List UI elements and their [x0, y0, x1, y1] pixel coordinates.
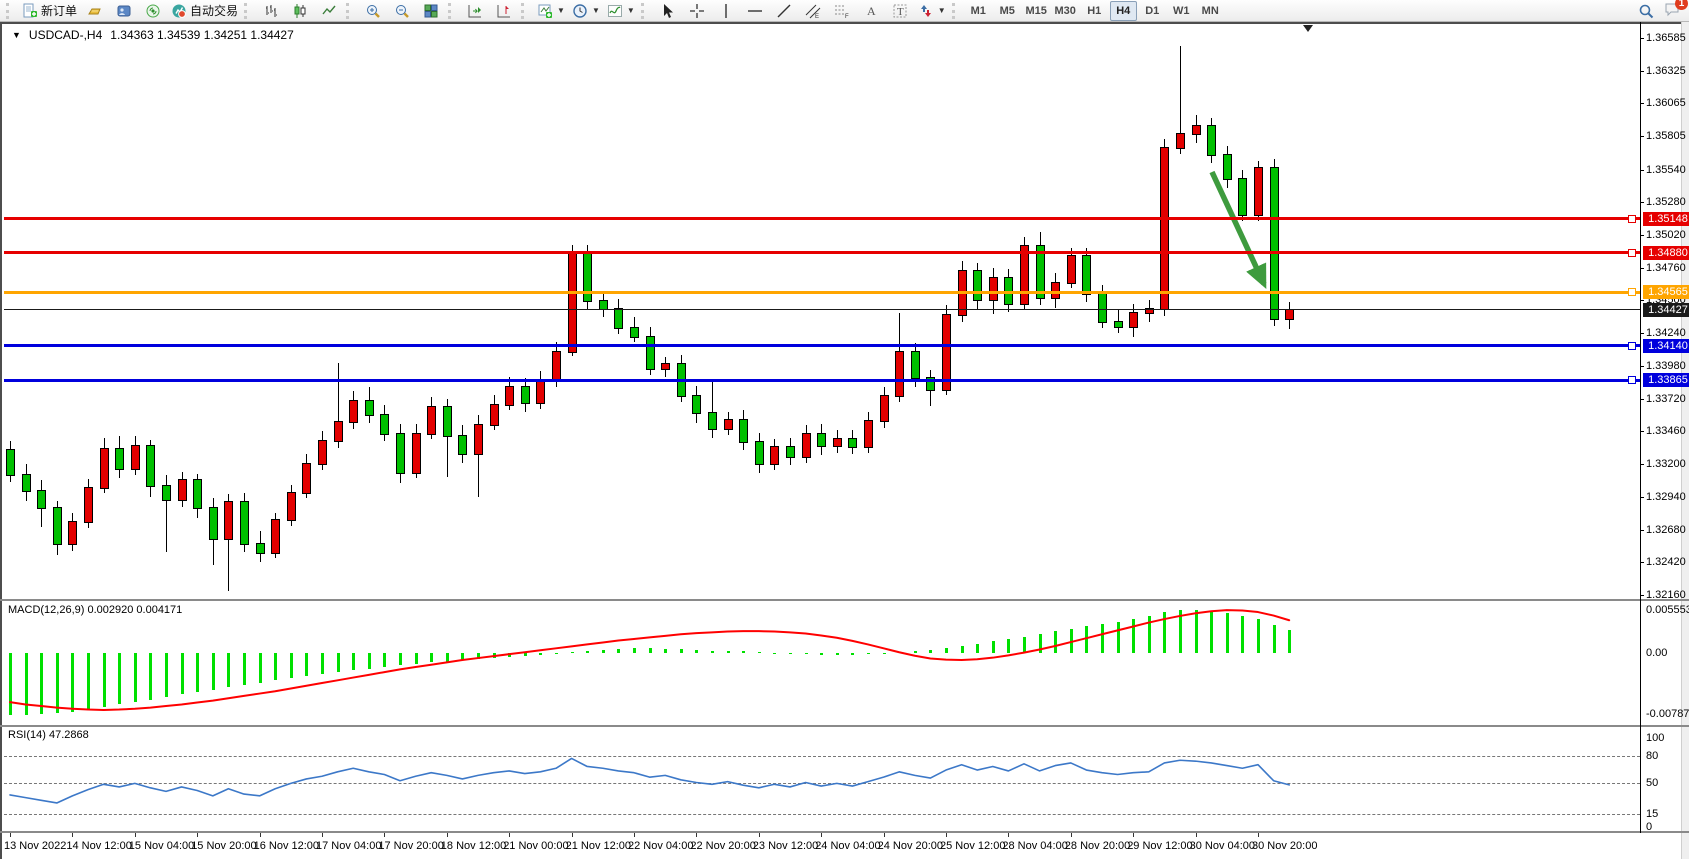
zoom-out-icon	[394, 3, 410, 19]
autotrade-label: 自动交易	[190, 2, 238, 19]
chevron-down-icon: ▼	[627, 6, 635, 15]
main-toolbar: 新订单 自动	[0, 0, 1689, 22]
toolbar-grip	[952, 3, 960, 19]
indicators-button[interactable]: ▼	[604, 0, 638, 22]
toolbar-grip	[346, 3, 354, 19]
signal-icon	[145, 3, 161, 19]
timeframe-h1[interactable]: H1	[1081, 1, 1108, 21]
tile-windows-button[interactable]	[417, 0, 445, 22]
gold-button[interactable]	[81, 0, 109, 22]
autotrade-icon	[171, 3, 187, 19]
window-edge	[1681, 22, 1689, 859]
notifications-button[interactable]: 1	[1664, 1, 1681, 22]
indicators-icon	[607, 3, 623, 19]
timeframe-d1[interactable]: D1	[1139, 1, 1166, 21]
timeframe-toolbar: M1M5M15M30H1H4D1W1MN	[965, 1, 1224, 21]
signals-button[interactable]	[139, 0, 167, 22]
clock-icon	[572, 3, 588, 19]
timeframe-w1[interactable]: W1	[1168, 1, 1195, 21]
gold-ingot-icon	[87, 3, 103, 19]
new-order-label: 新订单	[41, 2, 77, 19]
text-label-icon: T	[892, 3, 908, 19]
chart-shift-button[interactable]	[490, 0, 518, 22]
toolbar-grip	[641, 3, 649, 19]
symbol-title: USDCAD-,H4	[29, 28, 102, 42]
crosshair-tool-button[interactable]	[683, 0, 711, 22]
timeframe-m1[interactable]: M1	[965, 1, 992, 21]
tile-windows-icon	[423, 3, 439, 19]
text-icon: A	[863, 3, 879, 19]
market-watch-button[interactable]	[110, 0, 138, 22]
notification-badge: 1	[1675, 0, 1688, 10]
equidistant-channel-icon: E	[805, 3, 821, 19]
timeframe-m5[interactable]: M5	[994, 1, 1021, 21]
toolbar-grip	[448, 3, 456, 19]
toolbar-grip	[521, 3, 529, 19]
bar-chart-icon	[263, 3, 279, 19]
bar-chart-mode-button[interactable]	[257, 0, 285, 22]
cursor-icon	[660, 3, 676, 19]
zoom-in-icon	[365, 3, 381, 19]
horizontal-line-tool-button[interactable]	[741, 0, 769, 22]
text-label-tool-button[interactable]: T	[886, 0, 914, 22]
auto-scroll-button[interactable]	[461, 0, 489, 22]
autotrade-button[interactable]: 自动交易	[168, 0, 241, 22]
new-chart-button[interactable]: ▼	[534, 0, 568, 22]
fibonacci-icon: F	[834, 3, 850, 19]
periods-button[interactable]: ▼	[569, 0, 603, 22]
arrows-tool-button[interactable]: ▼	[915, 0, 949, 22]
timeframe-mn[interactable]: MN	[1197, 1, 1224, 21]
svg-text:E: E	[815, 14, 819, 19]
chart-shift-icon	[496, 3, 512, 19]
cursor-tool-button[interactable]	[654, 0, 682, 22]
vertical-line-icon	[718, 3, 734, 19]
search-icon[interactable]	[1638, 3, 1654, 19]
line-chart-mode-button[interactable]	[315, 0, 343, 22]
new-order-button[interactable]: 新订单	[19, 0, 80, 22]
market-watch-icon	[116, 3, 132, 19]
vertical-line-tool-button[interactable]	[712, 0, 740, 22]
auto-scroll-icon	[467, 3, 483, 19]
zoom-in-button[interactable]	[359, 0, 387, 22]
toolbar-grip	[244, 3, 252, 19]
trendline-tool-button[interactable]	[770, 0, 798, 22]
chart-window: ▼ USDCAD-,H4 1.34363 1.34539 1.34251 1.3…	[0, 22, 1689, 859]
horizontal-line-icon	[747, 3, 763, 19]
new-chart-icon	[537, 3, 553, 19]
chevron-down-icon: ▼	[592, 6, 600, 15]
svg-text:F: F	[845, 14, 849, 19]
toolbar-grip	[6, 3, 14, 19]
timeframe-m30[interactable]: M30	[1052, 1, 1079, 21]
fibonacci-tool-button[interactable]: F	[828, 0, 856, 22]
mt4-window: 新订单 自动	[0, 0, 1689, 859]
zoom-out-button[interactable]	[388, 0, 416, 22]
channel-tool-button[interactable]: E	[799, 0, 827, 22]
trendline-icon	[776, 3, 792, 19]
arrow-objects-icon	[918, 3, 934, 19]
new-order-icon	[22, 3, 38, 19]
chevron-down-icon: ▼	[938, 6, 946, 15]
timeframe-m15[interactable]: M15	[1023, 1, 1050, 21]
chart-header: ▼ USDCAD-,H4 1.34363 1.34539 1.34251 1.3…	[12, 28, 294, 42]
timeframe-h4[interactable]: H4	[1110, 1, 1137, 21]
toolbar-right: 1	[1638, 0, 1681, 22]
candlestick-icon	[292, 3, 308, 19]
svg-text:A: A	[867, 4, 876, 18]
ohlc-readout: 1.34363 1.34539 1.34251 1.34427	[110, 28, 294, 42]
text-tool-button[interactable]: A	[857, 0, 885, 22]
candle-chart-mode-button[interactable]	[286, 0, 314, 22]
crosshair-icon	[689, 3, 705, 19]
symbol-collapse-icon[interactable]: ▼	[12, 30, 21, 40]
line-chart-icon	[321, 3, 337, 19]
svg-text:T: T	[897, 6, 904, 18]
chevron-down-icon: ▼	[557, 6, 565, 15]
